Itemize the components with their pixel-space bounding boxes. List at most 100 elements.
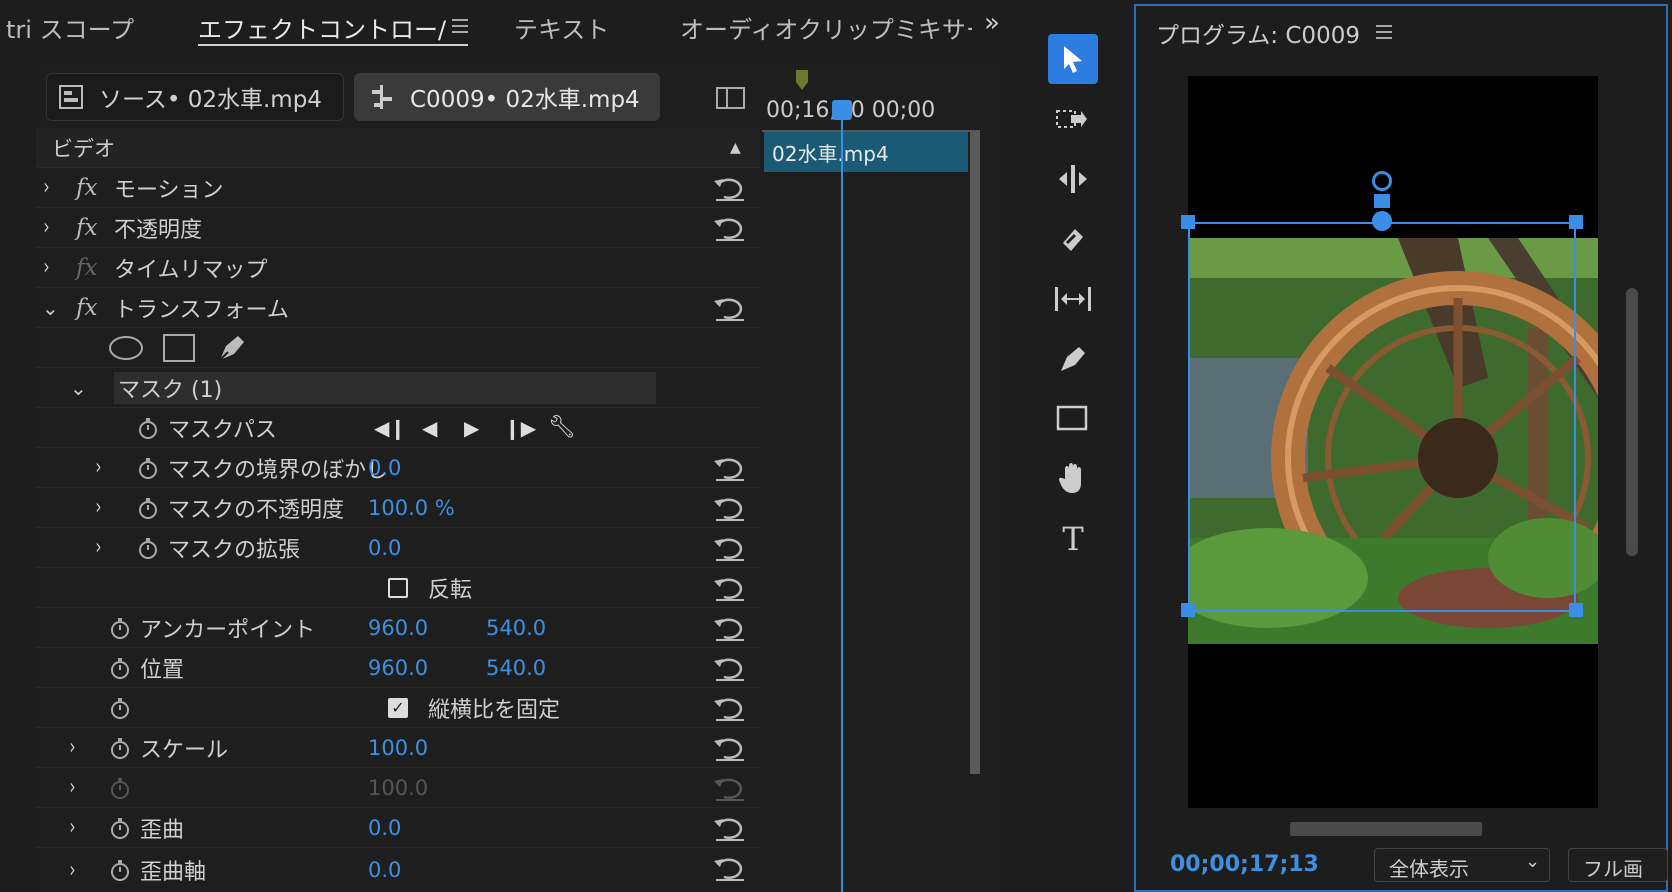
- pen-mask-icon[interactable]: [214, 332, 248, 364]
- position-x-value[interactable]: 960.0: [368, 656, 428, 680]
- source-clip-tab[interactable]: ソース• 02水車.mp4: [46, 73, 344, 121]
- hand-tool-icon[interactable]: [1048, 454, 1098, 504]
- track-forward-icon[interactable]: ▶: [464, 416, 479, 440]
- uniform-scale-checkbox[interactable]: ✓: [388, 698, 408, 718]
- expand-chevron-icon[interactable]: ›: [43, 255, 49, 280]
- timeline-scrollbar[interactable]: [970, 130, 980, 774]
- mask-outline[interactable]: [1188, 222, 1576, 612]
- panel-toggle-icon[interactable]: [716, 86, 746, 110]
- skew-value[interactable]: 0.0: [368, 816, 401, 840]
- fx-icon[interactable]: fx: [76, 215, 97, 241]
- menu-icon[interactable]: [452, 18, 470, 34]
- fx-icon[interactable]: fx: [76, 175, 97, 201]
- playhead-handle[interactable]: [832, 100, 852, 120]
- reset-icon[interactable]: [712, 493, 748, 523]
- mask-handle-tr[interactable]: [1569, 215, 1583, 229]
- reset-icon[interactable]: [712, 853, 748, 883]
- stopwatch-icon[interactable]: [136, 496, 160, 520]
- zoom-select[interactable]: 全体表示 ⌄: [1374, 848, 1550, 882]
- stopwatch-icon[interactable]: [108, 736, 132, 760]
- program-vertical-scrollbar[interactable]: [1626, 288, 1638, 556]
- position-y-value[interactable]: 540.0: [486, 656, 546, 680]
- reset-icon[interactable]: [712, 813, 748, 843]
- reset-icon[interactable]: [712, 533, 748, 563]
- mask-label: マスク (1): [118, 377, 223, 403]
- rotation-handle[interactable]: [1372, 171, 1392, 191]
- reset-icon[interactable]: [712, 613, 748, 643]
- slip-tool-icon[interactable]: [1048, 274, 1098, 324]
- stopwatch-icon[interactable]: [108, 816, 132, 840]
- stopwatch-icon[interactable]: [108, 656, 132, 680]
- expand-chevron-icon[interactable]: ›: [95, 495, 101, 520]
- reset-icon[interactable]: [712, 213, 748, 243]
- collapse-chevron-icon[interactable]: ⌄: [42, 296, 59, 320]
- mask-row[interactable]: ⌄ マスク (1): [36, 368, 760, 408]
- rectangle-tool-icon[interactable]: [1048, 394, 1098, 444]
- reset-icon[interactable]: [712, 453, 748, 483]
- stopwatch-icon[interactable]: [108, 858, 132, 882]
- effect-row-opacity[interactable]: › fx 不透明度: [36, 208, 760, 248]
- reset-icon[interactable]: [712, 653, 748, 683]
- mask-expansion-value[interactable]: 0.0: [368, 536, 401, 560]
- reset-icon[interactable]: [712, 693, 748, 723]
- mask-opacity-value[interactable]: 100.0 %: [368, 496, 455, 520]
- timeline-clip[interactable]: 02水車.mp4: [764, 132, 968, 172]
- expand-chevron-icon[interactable]: ›: [69, 735, 75, 760]
- tab-lumetri-scopes[interactable]: tri スコープ: [6, 10, 134, 45]
- scale-value[interactable]: 100.0: [368, 736, 428, 760]
- tab-audio-clip-mixer[interactable]: オーディオクリップミキサー: [680, 10, 972, 45]
- invert-checkbox[interactable]: [388, 578, 408, 598]
- mask-handle-br[interactable]: [1569, 603, 1583, 617]
- reset-icon[interactable]: [712, 573, 748, 603]
- fx-icon[interactable]: fx: [76, 295, 97, 321]
- expand-chevron-icon[interactable]: ›: [43, 215, 49, 240]
- expand-chevron-icon[interactable]: ›: [95, 455, 101, 480]
- expand-chevron-icon[interactable]: ›: [69, 815, 75, 840]
- wrench-icon[interactable]: 🔧︎: [548, 415, 576, 440]
- quality-select[interactable]: フル画: [1568, 848, 1668, 882]
- playhead-line[interactable]: [841, 120, 843, 892]
- razor-tool-icon[interactable]: [1048, 214, 1098, 264]
- anchor-y-value[interactable]: 540.0: [486, 616, 546, 640]
- anchor-x-value[interactable]: 960.0: [368, 616, 428, 640]
- ellipse-mask-icon[interactable]: [108, 335, 144, 361]
- reset-icon[interactable]: [712, 293, 748, 323]
- track-backward-all-icon[interactable]: ◀❙: [374, 416, 406, 440]
- ripple-edit-tool-icon[interactable]: [1048, 154, 1098, 204]
- reset-icon[interactable]: [712, 733, 748, 763]
- expand-chevron-icon[interactable]: ›: [43, 175, 49, 200]
- menu-icon[interactable]: [1376, 24, 1394, 40]
- expand-chevron-icon[interactable]: ›: [69, 858, 75, 883]
- collapse-chevron-icon[interactable]: ⌄: [70, 376, 87, 400]
- track-forward-all-icon[interactable]: ❙▶: [504, 416, 536, 440]
- mask-feather-value[interactable]: 0.0: [368, 456, 401, 480]
- overflow-chevrons-icon[interactable]: »: [984, 8, 1000, 38]
- effect-row-motion[interactable]: › fx モーション: [36, 168, 760, 208]
- tab-effect-controls[interactable]: エフェクトコントロー/: [198, 10, 446, 45]
- pen-tool-icon[interactable]: [1048, 334, 1098, 384]
- stopwatch-icon[interactable]: [136, 536, 160, 560]
- effect-row-time-remap[interactable]: › fx タイムリマップ: [36, 248, 760, 288]
- stopwatch-icon[interactable]: [108, 696, 132, 720]
- selection-tool-icon[interactable]: [1048, 34, 1098, 84]
- collapse-up-icon[interactable]: ▲: [730, 140, 741, 156]
- expand-chevron-icon[interactable]: ›: [95, 535, 101, 560]
- program-timecode[interactable]: 00;00;17;13: [1170, 852, 1319, 877]
- stopwatch-icon[interactable]: [136, 456, 160, 480]
- stopwatch-icon[interactable]: [108, 616, 132, 640]
- track-select-tool-icon[interactable]: [1048, 94, 1098, 144]
- skew-axis-value[interactable]: 0.0: [368, 858, 401, 882]
- mask-handle-top[interactable]: [1372, 211, 1392, 231]
- rectangle-mask-icon[interactable]: [162, 333, 196, 363]
- effect-row-transform[interactable]: ⌄ fx トランスフォーム: [36, 288, 760, 328]
- tab-text[interactable]: テキスト: [514, 10, 609, 45]
- type-tool-icon[interactable]: T: [1048, 514, 1098, 564]
- reset-icon[interactable]: [712, 173, 748, 203]
- program-horizontal-scrollbar[interactable]: [1290, 822, 1482, 836]
- track-backward-icon[interactable]: ◀: [422, 416, 437, 440]
- stopwatch-icon[interactable]: [136, 416, 160, 440]
- mask-handle-bl[interactable]: [1181, 603, 1195, 617]
- sequence-clip-tab[interactable]: C0009• 02水車.mp4: [354, 73, 660, 121]
- mask-handle-tl[interactable]: [1181, 215, 1195, 229]
- expand-chevron-icon[interactable]: ›: [69, 775, 75, 800]
